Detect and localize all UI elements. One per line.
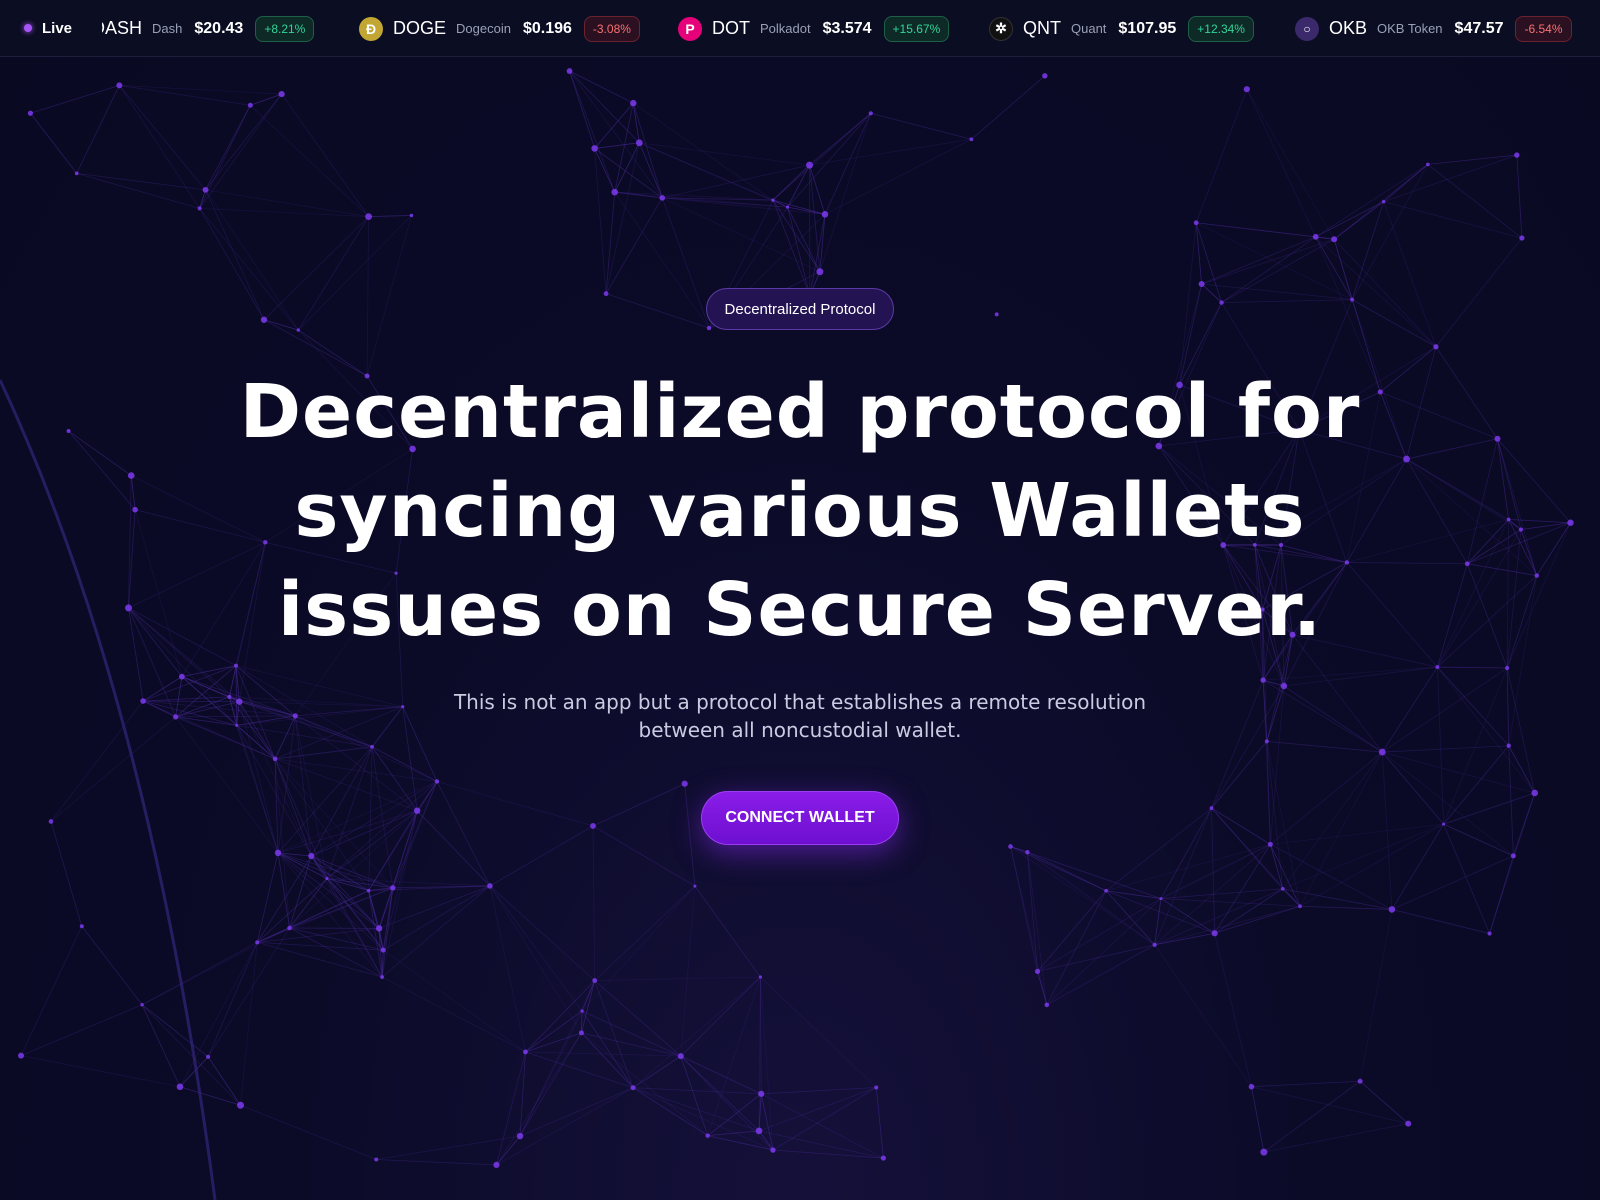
change-badge: -6.54%	[1515, 15, 1572, 42]
ticker-item-dash[interactable]: DASH Dash $20.43 +8.21%	[92, 0, 315, 56]
protocol-badge: Decentralized Protocol	[706, 288, 894, 330]
coin-symbol: DOGE	[393, 18, 447, 38]
coin-name: Polkadot	[760, 21, 811, 36]
headline-line: issues on Secure Server.	[277, 567, 1323, 653]
connect-wallet-button[interactable]: CONNECT WALLET	[701, 791, 899, 845]
coin-symbol: OKB	[1329, 18, 1368, 38]
landing-page: Live DASH Dash $20.43 +8.21% Ð DOGE Doge…	[0, 0, 1600, 1200]
ticker-item-dot[interactable]: P DOT Polkadot $3.574 +15.67%	[678, 0, 950, 56]
ticker-item-doge[interactable]: Ð DOGE Dogecoin $0.196 -3.08%	[359, 0, 640, 56]
headline-line: Decentralized protocol for	[239, 369, 1361, 455]
coin-price: $20.43	[194, 19, 244, 37]
okb-icon: ○	[1295, 16, 1319, 41]
change-badge: -3.08%	[583, 15, 640, 42]
live-label: Live	[42, 19, 73, 37]
subtitle-line: between all noncustodial wallet.	[638, 718, 962, 742]
coin-symbol: QNT	[1023, 18, 1061, 38]
subtitle-line: This is not an app but a protocol that e…	[453, 690, 1147, 714]
quant-icon: ✲	[989, 16, 1013, 41]
ticker-item-qnt[interactable]: ✲ QNT Quant $107.95 +12.34%	[989, 0, 1254, 56]
dogecoin-icon: Ð	[359, 16, 383, 41]
hero-section: Decentralized Protocol Decentralized pro…	[0, 0, 1600, 1200]
ticker-track: DASH Dash $20.43 +8.21% Ð DOGE Dogecoin …	[0, 0, 1600, 56]
page-title: Decentralized protocol for syncing vario…	[200, 363, 1400, 660]
coin-name: OKB Token	[1377, 21, 1443, 36]
coin-price: $3.574	[822, 19, 872, 37]
live-dot-icon	[24, 24, 32, 32]
coin-price: $47.57	[1454, 19, 1504, 37]
change-badge: +12.34%	[1188, 15, 1254, 42]
coin-name: Quant	[1071, 21, 1107, 36]
headline-line: syncing various Wallets	[294, 468, 1306, 554]
change-badge: +15.67%	[883, 15, 950, 42]
coin-price: $107.95	[1118, 19, 1177, 37]
price-ticker: Live DASH Dash $20.43 +8.21% Ð DOGE Doge…	[0, 0, 1600, 57]
coin-name: Dogecoin	[456, 21, 511, 36]
live-indicator: Live	[0, 0, 102, 56]
coin-symbol: DOT	[712, 18, 750, 38]
coin-name: Dash	[152, 21, 183, 36]
ticker-item-okb[interactable]: ○ OKB OKB Token $47.57 -6.54%	[1295, 0, 1572, 56]
change-badge: +8.21%	[255, 15, 315, 42]
polkadot-icon: P	[678, 16, 702, 41]
hero-subtitle: This is not an app but a protocol that e…	[420, 688, 1180, 744]
coin-price: $0.196	[522, 19, 572, 37]
